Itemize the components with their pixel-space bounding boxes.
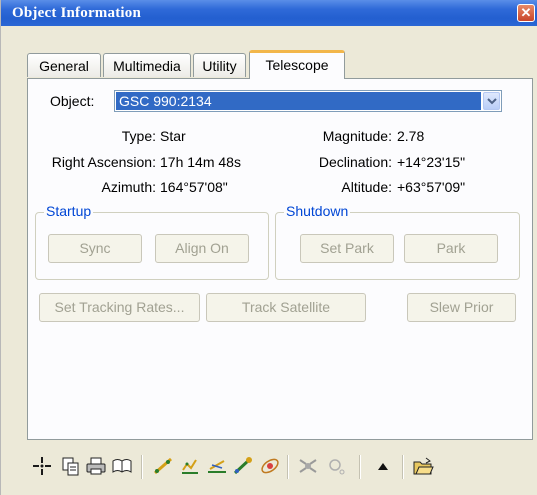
- declination-value: +14°23'15": [397, 154, 466, 170]
- object-combobox[interactable]: GSC 990:2134: [114, 90, 502, 112]
- center-star-icon[interactable]: [31, 455, 53, 477]
- magnitude-value: 2.78: [397, 128, 425, 144]
- tab-general[interactable]: General: [27, 53, 101, 77]
- object-information-window: Object Information ✕ General Multimedia …: [0, 0, 537, 495]
- type-label: Type:: [121, 128, 156, 144]
- azimuth-label: Azimuth:: [101, 179, 156, 195]
- declination-label: Declination:: [318, 154, 392, 170]
- toolbar-separator: [402, 455, 404, 479]
- right-ascension-label: Right Ascension:: [51, 154, 156, 170]
- park-button[interactable]: Park: [404, 234, 498, 263]
- toolbar-separator: [287, 455, 289, 479]
- toolbar-separator: [359, 455, 361, 479]
- orbit-icon[interactable]: [259, 455, 281, 477]
- sync-button[interactable]: Sync: [48, 234, 142, 263]
- shutdown-group: Shutdown Set Park Park: [275, 203, 520, 280]
- bottom-toolbar: [21, 449, 533, 489]
- altitude-value: +63°57'09": [397, 179, 466, 195]
- tab-telescope[interactable]: Telescope: [249, 50, 345, 79]
- set-park-button[interactable]: Set Park: [300, 234, 394, 263]
- disabled-tool-icon[interactable]: [325, 455, 347, 477]
- book-icon[interactable]: [111, 455, 133, 477]
- print-icon[interactable]: [85, 455, 107, 477]
- azimuth-value: 164°57'08": [160, 179, 228, 195]
- shutdown-legend: Shutdown: [284, 203, 351, 219]
- copy-icon[interactable]: [60, 455, 82, 477]
- title-bar: Object Information ✕: [1, 0, 537, 26]
- chart-icon[interactable]: [179, 455, 201, 477]
- tab-utility[interactable]: Utility: [193, 53, 246, 77]
- object-selected-value: GSC 990:2134: [116, 92, 481, 110]
- chevron-down-icon[interactable]: [483, 92, 500, 110]
- link-icon[interactable]: [232, 455, 254, 477]
- slew-prior-button[interactable]: Slew Prior: [407, 293, 516, 322]
- toolbar-separator: [141, 455, 143, 479]
- set-tracking-rates-button[interactable]: Set Tracking Rates...: [39, 293, 200, 322]
- path-icon[interactable]: [206, 455, 228, 477]
- close-button[interactable]: ✕: [517, 4, 535, 22]
- startup-group: Startup Sync Align On: [35, 203, 269, 280]
- magnitude-label: Magnitude:: [322, 128, 392, 144]
- tab-multimedia[interactable]: Multimedia: [103, 53, 191, 77]
- type-value: Star: [160, 128, 186, 144]
- window-title: Object Information: [12, 5, 141, 21]
- telescope-panel: Object: GSC 990:2134 Type: Star Magnitud…: [27, 78, 533, 440]
- measure-icon[interactable]: [152, 455, 174, 477]
- align-on-button[interactable]: Align On: [155, 234, 249, 263]
- right-ascension-value: 17h 14m 48s: [160, 154, 241, 170]
- object-label: Object:: [50, 93, 95, 109]
- open-folder-icon[interactable]: [412, 455, 434, 477]
- altitude-label: Altitude:: [341, 179, 392, 195]
- track-satellite-button[interactable]: Track Satellite: [206, 293, 366, 322]
- up-arrow-icon[interactable]: [372, 455, 394, 477]
- eclipse-icon[interactable]: [297, 455, 319, 477]
- startup-legend: Startup: [44, 203, 94, 219]
